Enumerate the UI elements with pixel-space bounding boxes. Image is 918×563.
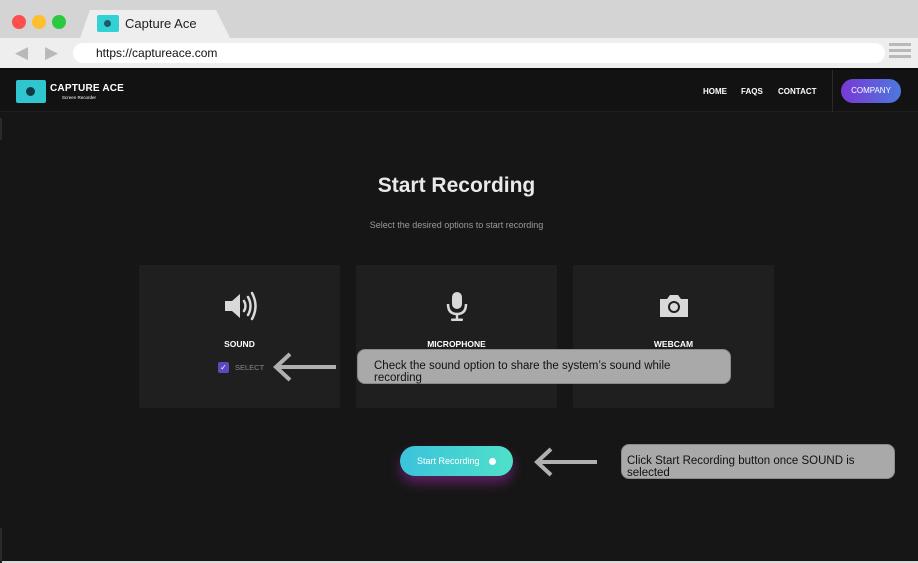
company-button[interactable]: COMPANY — [841, 79, 901, 103]
sound-checkbox[interactable]: ✓ — [218, 362, 229, 373]
nav-faqs[interactable]: FAQS — [741, 87, 763, 96]
close-window-button[interactable] — [12, 15, 26, 29]
webcam-option-card[interactable]: WEBCAM — [573, 265, 774, 408]
sound-option-card[interactable]: SOUND ✓ SELECT — [139, 265, 340, 408]
page-subtitle: Select the desired options to start reco… — [369, 220, 544, 230]
sound-checkbox-label[interactable]: SELECT — [235, 363, 264, 372]
favicon-icon — [97, 15, 119, 32]
start-recording-button[interactable]: Start Recording — [400, 446, 513, 476]
browser-menu-icon[interactable] — [889, 43, 911, 61]
microphone-label: MICROPHONE — [427, 339, 486, 349]
sound-label: SOUND — [224, 339, 255, 349]
address-bar-url[interactable]: https://captureace.com — [96, 46, 217, 60]
record-dot-icon — [489, 458, 496, 465]
page-title: Start Recording — [377, 174, 536, 197]
nav-home[interactable]: HOME — [703, 87, 727, 96]
minimize-window-button[interactable] — [32, 15, 46, 29]
microphone-icon — [446, 292, 468, 321]
left-edge-marker — [0, 528, 2, 563]
nav-contact[interactable]: CONTACT — [778, 87, 817, 96]
arrow-left-icon — [534, 447, 597, 477]
logo-camera-icon[interactable] — [16, 80, 46, 103]
sound-tip-callout: Check the sound option to share the syst… — [357, 349, 731, 384]
maximize-window-button[interactable] — [52, 15, 66, 29]
microphone-option-card[interactable]: MICROPHONE — [356, 265, 557, 408]
logo-title[interactable]: CAPTURE ACE — [50, 83, 124, 94]
back-arrow-icon[interactable]: ◀ — [15, 44, 28, 61]
logo-subtitle: Screen Recorder — [62, 95, 97, 100]
tab-title: Capture Ace — [125, 16, 197, 31]
nav-divider — [832, 70, 833, 112]
start-tip-callout: Click Start Recording button once SOUND … — [621, 444, 895, 479]
speaker-icon — [225, 291, 257, 321]
arrow-left-icon — [273, 352, 336, 382]
site-header: CAPTURE ACE Screen Recorder HOME FAQS CO… — [0, 70, 918, 112]
left-edge-marker — [0, 118, 2, 140]
webcam-label: WEBCAM — [653, 339, 694, 349]
forward-arrow-icon[interactable]: ▶ — [45, 44, 58, 61]
page-content: CAPTURE ACE Screen Recorder HOME FAQS CO… — [0, 68, 918, 563]
start-recording-label: Start Recording — [417, 456, 480, 466]
camera-icon — [660, 295, 688, 317]
